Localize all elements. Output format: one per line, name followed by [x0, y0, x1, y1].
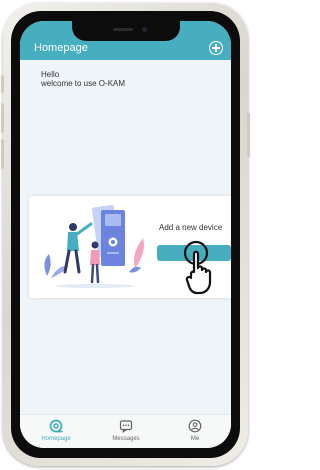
people-with-device-illustration [44, 204, 144, 288]
phone-bezel: Homepage Hello welcome to use O-KAM Add … [11, 11, 240, 458]
tab-label: Homepage [41, 436, 71, 442]
tab-messages[interactable]: Messages [96, 415, 156, 448]
bottom-tab-bar: Homepage Messages Me [20, 414, 231, 448]
add-device-label: Add a new device [159, 223, 223, 232]
homepage-icon [49, 419, 63, 433]
phone-frame: Homepage Hello welcome to use O-KAM Add … [1, 3, 250, 466]
add-device-card[interactable]: Add a new device [29, 196, 231, 298]
user-icon [188, 419, 202, 433]
hand-pointer-icon [183, 240, 212, 295]
side-button [247, 113, 250, 157]
app-screen: Homepage Hello welcome to use O-KAM Add … [20, 21, 231, 448]
tab-label: Me [190, 436, 200, 442]
plus-circle-icon[interactable] [209, 41, 223, 55]
tab-me[interactable]: Me [165, 415, 225, 448]
phone-notch [72, 21, 180, 41]
greeting-hello: Hello [41, 70, 60, 79]
tab-homepage[interactable]: Homepage [26, 415, 86, 448]
message-icon [119, 420, 133, 433]
side-button [1, 103, 4, 133]
page-title: Homepage [34, 42, 88, 54]
tab-label: Messages [112, 436, 140, 442]
greeting-welcome: welcome to use O-KAM [41, 79, 126, 88]
side-button [1, 75, 4, 93]
side-button [1, 139, 4, 169]
